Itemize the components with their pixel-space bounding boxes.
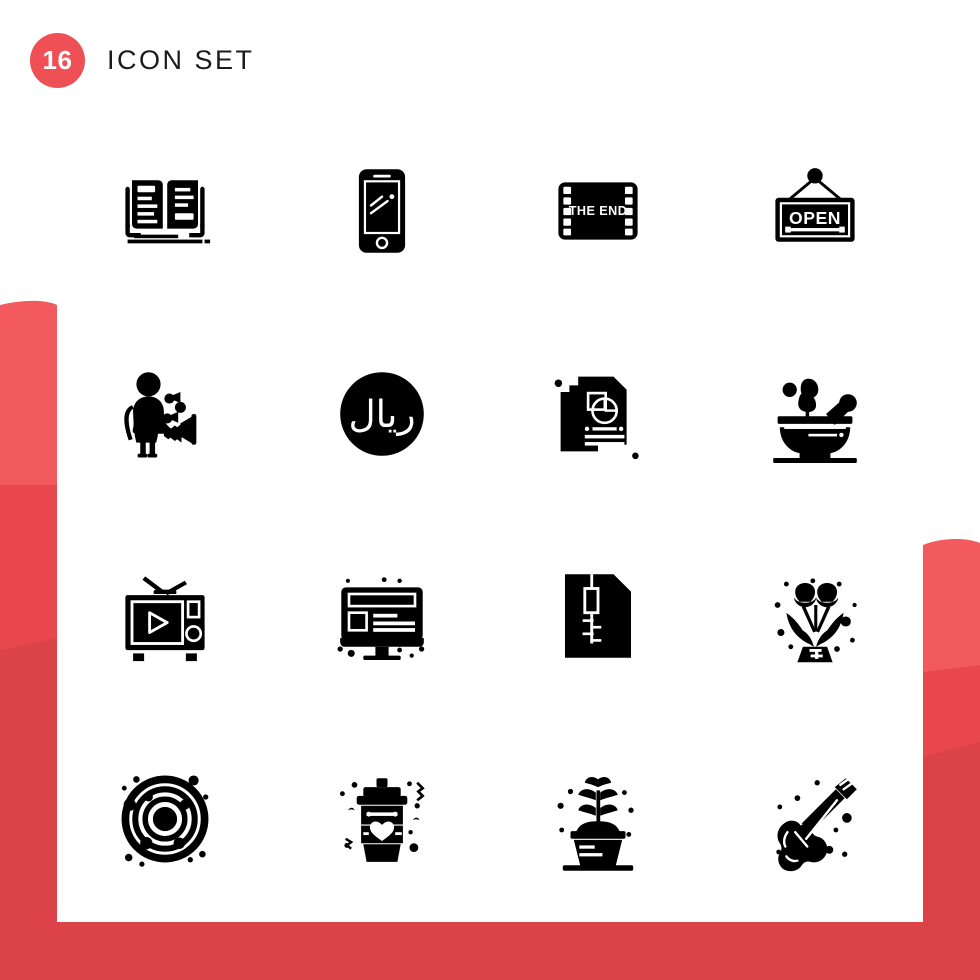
icon-cell-zip-file[interactable] xyxy=(490,515,707,718)
mortar-pestle-icon xyxy=(772,378,857,463)
right-red-band-low xyxy=(923,742,980,980)
icon-cell-coffee-cup-heart[interactable] xyxy=(274,718,491,921)
retro-television-icon xyxy=(125,576,205,662)
documents-report-icon xyxy=(554,376,639,459)
icon-cell-trumpet-player[interactable] xyxy=(57,313,274,516)
icon-set-poster: 16 ICON SET THE END OPEN ريال xyxy=(0,0,980,980)
right-red-band xyxy=(923,539,980,980)
icon-cell-riyal-coin[interactable]: ريال xyxy=(274,313,491,516)
zip-file-icon xyxy=(565,574,632,659)
desktop-monitor-icon xyxy=(337,577,424,661)
left-red-band-low xyxy=(0,638,57,980)
flower-bouquet-icon xyxy=(774,578,857,663)
icon-cell-flower-bouquet[interactable] xyxy=(707,515,924,718)
icon-cell-atom-orbit[interactable] xyxy=(57,718,274,921)
atom-orbit-icon xyxy=(121,775,209,867)
electric-guitar-icon xyxy=(776,777,857,871)
bottom-red-strip xyxy=(0,922,980,980)
film-end-text: THE END xyxy=(569,204,628,218)
potted-plant-icon xyxy=(557,776,634,871)
icon-cell-mortar-pestle[interactable] xyxy=(707,313,924,516)
icon-cell-electric-guitar[interactable] xyxy=(707,718,924,921)
icon-grid: THE END OPEN ريال xyxy=(57,110,923,920)
open-sign-icon: OPEN xyxy=(775,168,855,243)
icon-grid-card: THE END OPEN ريال xyxy=(57,110,923,920)
open-sign-text: OPEN xyxy=(789,208,841,228)
icon-cell-retro-television[interactable] xyxy=(57,515,274,718)
icon-cell-desktop-monitor[interactable] xyxy=(274,515,491,718)
left-red-band-mid xyxy=(0,485,57,980)
icon-cell-documents-report[interactable] xyxy=(490,313,707,516)
icon-count-badge: 16 xyxy=(30,33,85,88)
left-red-band xyxy=(0,300,57,980)
right-red-band-mid xyxy=(923,665,980,980)
open-book-icon xyxy=(125,180,211,244)
trumpet-player-icon xyxy=(124,371,197,458)
page-title: ICON SET xyxy=(107,45,255,75)
icon-cell-open-book[interactable] xyxy=(57,110,274,313)
riyal-coin-icon: ريال xyxy=(339,371,424,456)
riyal-symbol-text: ريال xyxy=(348,392,415,436)
icon-cell-potted-plant[interactable] xyxy=(490,718,707,921)
icon-cell-smartphone[interactable] xyxy=(274,110,491,313)
coffee-cup-heart-icon xyxy=(339,778,425,862)
film-strip-end-icon: THE END xyxy=(558,182,638,240)
icon-cell-open-sign[interactable]: OPEN xyxy=(707,110,924,313)
smartphone-icon xyxy=(358,169,405,254)
poster-header: 16 ICON SET xyxy=(30,33,255,88)
icon-cell-film-end[interactable]: THE END xyxy=(490,110,707,313)
